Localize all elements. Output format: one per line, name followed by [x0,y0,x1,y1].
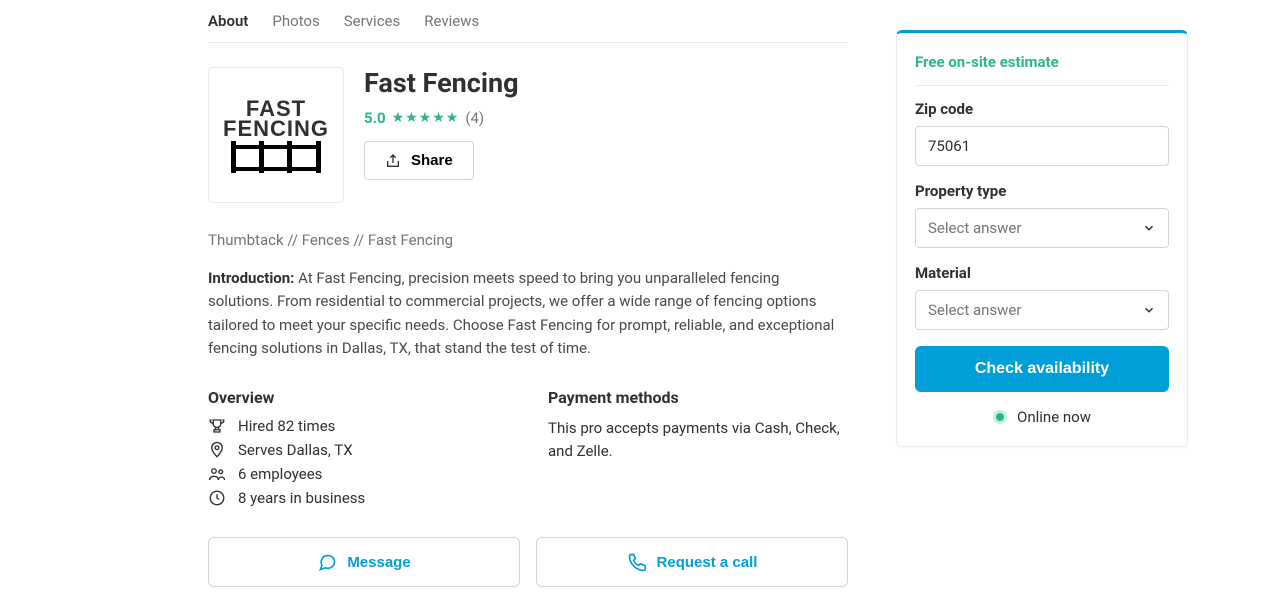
share-icon [385,153,401,169]
pin-icon [208,441,226,459]
online-label: Online now [1017,408,1091,426]
tab-reviews[interactable]: Reviews [424,12,479,30]
star-icons: ★★★★★ [392,110,460,126]
estimate-heading: Free on-site estimate [915,53,1169,86]
breadcrumb: Thumbtack // Fences // Fast Fencing [208,231,848,249]
intro-label: Introduction: [208,269,294,287]
property-placeholder: Select answer [928,219,1021,237]
request-label: Request a call [657,554,758,571]
material-label: Material [915,264,1169,282]
payment-section: Payment methods This pro accepts payment… [548,388,848,513]
rating-row[interactable]: 5.0 ★★★★★ (4) [364,109,519,127]
clock-icon [208,489,226,507]
zip-input[interactable]: 75061 [915,126,1169,166]
trophy-icon [208,417,226,435]
people-icon [208,465,226,483]
tab-photos[interactable]: Photos [272,12,319,30]
overview-hired: Hired 82 times [238,417,335,435]
quote-sidebar: Free on-site estimate Zip code 75061 Pro… [896,30,1188,447]
message-label: Message [347,554,410,571]
material-select[interactable]: Select answer [915,290,1169,330]
chevron-down-icon [1142,221,1156,235]
tab-services[interactable]: Services [344,12,401,30]
intro-body: At Fast Fencing, precision meets speed t… [208,269,834,357]
business-name: Fast Fencing [364,67,519,99]
chevron-down-icon [1142,303,1156,317]
introduction: Introduction: At Fast Fencing, precision… [208,267,848,360]
share-button[interactable]: Share [364,141,474,180]
property-type-select[interactable]: Select answer [915,208,1169,248]
zip-label: Zip code [915,100,1169,118]
overview-section: Overview Hired 82 times Serves Dallas, T… [208,388,508,513]
online-dot-icon [993,410,1007,424]
phone-icon [627,552,647,572]
profile-tabs: About Photos Services Reviews [208,0,848,43]
breadcrumb-current: Fast Fencing [368,231,453,249]
material-placeholder: Select answer [928,301,1021,319]
check-availability-button[interactable]: Check availability [915,346,1169,392]
breadcrumb-cat[interactable]: Fences [302,231,350,249]
online-status: Online now [915,408,1169,426]
request-call-button[interactable]: Request a call [536,537,848,587]
overview-serves: Serves Dallas, TX [238,441,353,459]
overview-employees: 6 employees [238,465,322,483]
review-count: (4) [465,109,484,127]
business-logo: FAST FENCING [208,67,344,203]
share-label: Share [411,152,453,169]
message-button[interactable]: Message [208,537,520,587]
tab-about[interactable]: About [208,12,248,30]
overview-years: 8 years in business [238,489,365,507]
breadcrumb-root[interactable]: Thumbtack [208,231,284,249]
payment-title: Payment methods [548,388,848,407]
payment-body: This pro accepts payments via Cash, Chec… [548,417,848,464]
chat-icon [317,552,337,572]
property-type-label: Property type [915,182,1169,200]
overview-title: Overview [208,388,508,407]
rating-value: 5.0 [364,109,386,127]
